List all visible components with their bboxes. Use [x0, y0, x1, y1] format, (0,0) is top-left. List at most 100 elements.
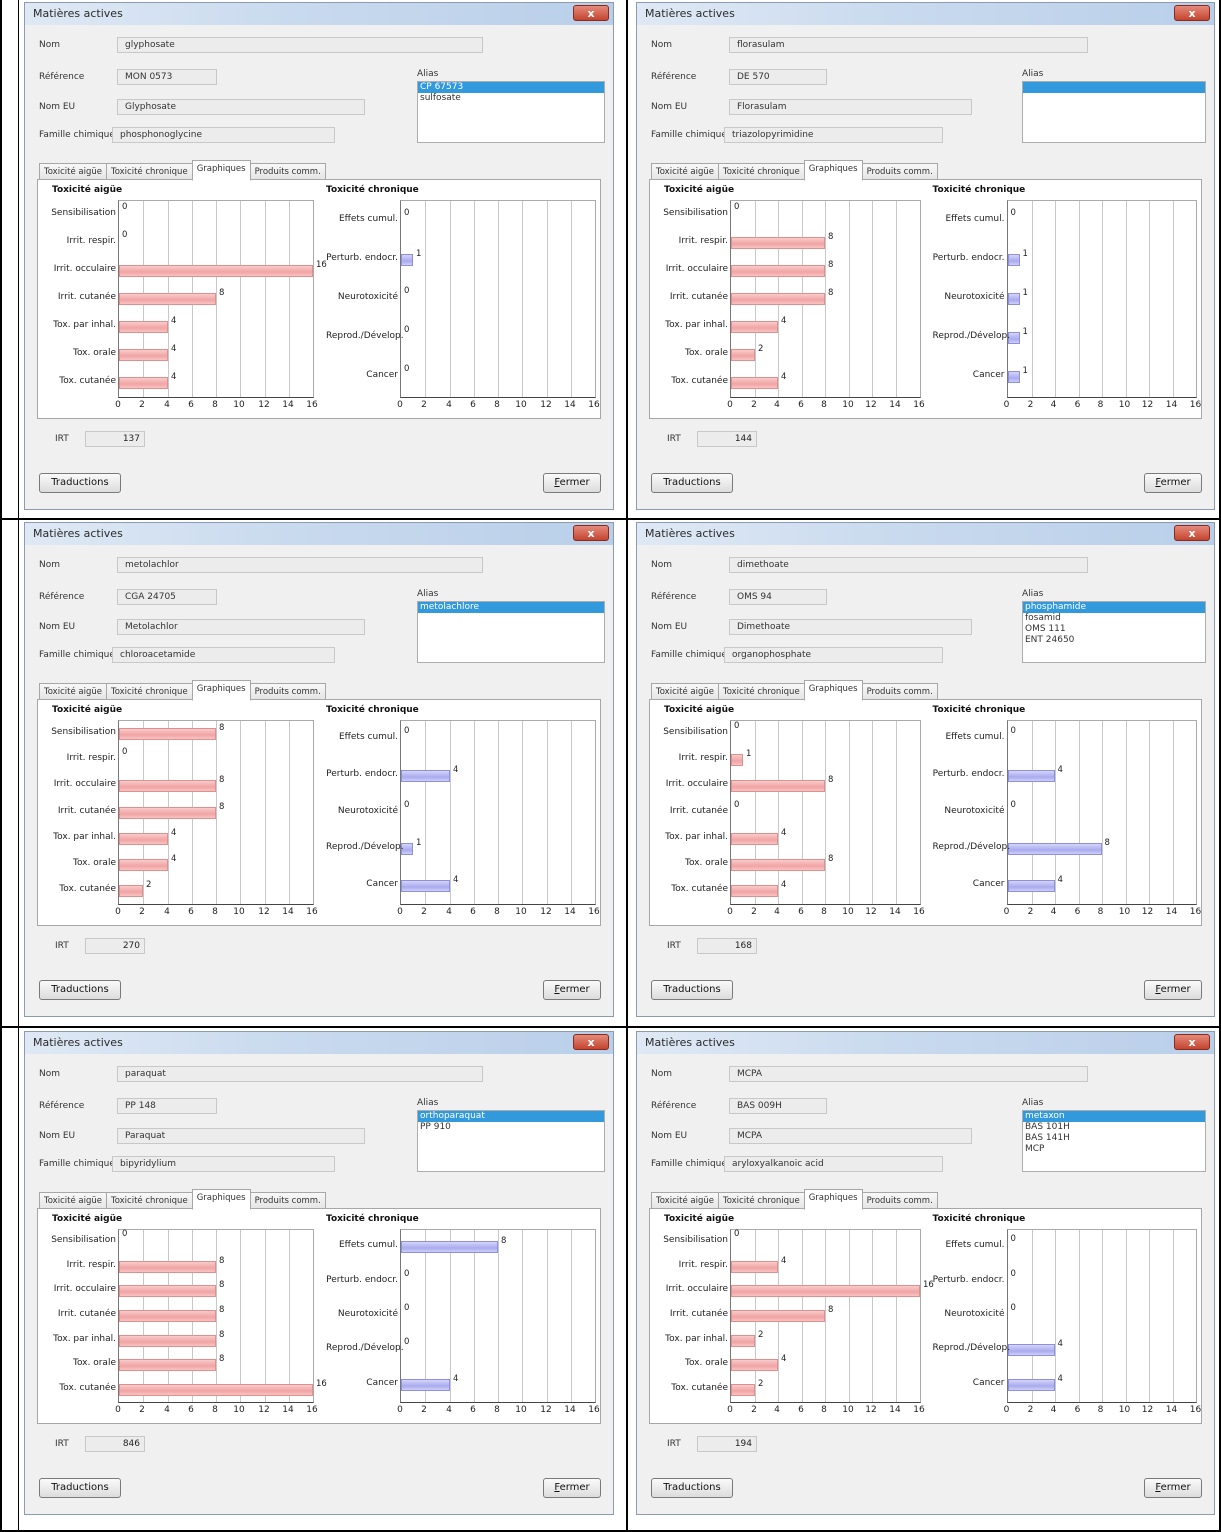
nom-eu-field[interactable]: Glyphosate — [117, 99, 365, 115]
close-button-label: ermer — [1160, 1482, 1191, 1493]
tab-graphiques[interactable]: Graphiques — [191, 160, 251, 181]
reference-field[interactable]: CGA 24705 — [117, 589, 217, 605]
alias-list[interactable]: phosphamide fosamid OMS 111 ENT 24650 — [1022, 601, 1206, 663]
reference-field[interactable]: BAS 009H — [729, 1098, 827, 1114]
close-window-button[interactable]: x — [573, 525, 609, 541]
translations-button[interactable]: Traductions — [39, 980, 121, 1000]
alias-list-item[interactable]: BAS 101H — [1023, 1122, 1205, 1133]
x-tick-label: 14 — [889, 400, 901, 410]
irt-value-field: 194 — [697, 1436, 757, 1452]
reference-field[interactable]: OMS 94 — [729, 589, 827, 605]
close-window-button[interactable]: x — [1174, 525, 1210, 541]
reference-field[interactable]: DE 570 — [729, 69, 827, 85]
alias-list[interactable]: orthoparaquat PP 910 — [417, 1110, 605, 1172]
alias-list-item[interactable]: metolachlore — [418, 602, 604, 613]
tab-graphiques[interactable]: Graphiques — [803, 160, 863, 181]
grid-line-vertical — [289, 721, 290, 904]
x-tick-label: 12 — [258, 1405, 270, 1415]
x-tick-label: 12 — [540, 1405, 552, 1415]
grid-line-vertical — [571, 721, 572, 904]
nom-eu-field[interactable]: Florasulam — [729, 99, 972, 115]
chronic-bar — [1007, 293, 1020, 305]
x-tick-label: 8 — [1097, 1405, 1104, 1415]
famille-field[interactable]: chloroacetamide — [112, 647, 335, 663]
alias-list-item[interactable]: MCP — [1023, 1144, 1205, 1155]
nom-field[interactable]: MCPA — [729, 1066, 1088, 1082]
acute-bar-value: 0 — [734, 1229, 740, 1240]
close-button[interactable]: Fermer — [543, 980, 601, 1000]
nom-field[interactable]: florasulam — [729, 37, 1088, 53]
x-tick-label: 6 — [188, 1405, 194, 1415]
alias-list-item[interactable]: BAS 141H — [1023, 1133, 1205, 1144]
translations-button[interactable]: Traductions — [651, 1478, 733, 1498]
translations-button[interactable]: Traductions — [39, 473, 121, 493]
alias-list[interactable]: CP 67573 sulfosate — [417, 81, 605, 143]
grid-line-vertical — [1078, 721, 1080, 904]
field-label-reference: Référence — [39, 1101, 85, 1111]
nom-field[interactable]: dimethoate — [729, 557, 1088, 573]
chronic-bar-value: 0 — [404, 1303, 410, 1313]
acute-bar-value: 4 — [781, 1354, 787, 1365]
famille-field[interactable]: bipyridylium — [112, 1156, 335, 1172]
famille-field[interactable]: phosphonoglycine — [112, 127, 335, 143]
alias-list-item[interactable]: PP 910 — [418, 1122, 604, 1133]
close-window-button[interactable]: x — [573, 1034, 609, 1050]
close-button[interactable]: Fermer — [1144, 473, 1202, 493]
chronic-bar-value: 1 — [416, 838, 422, 849]
tab-graphiques[interactable]: Graphiques — [191, 1189, 251, 1210]
close-window-button[interactable]: x — [1174, 1034, 1210, 1050]
acute-category-label: Sensibilisation — [51, 1235, 116, 1246]
close-window-button[interactable]: x — [1174, 5, 1210, 21]
nom-field[interactable]: metolachlor — [117, 557, 483, 573]
close-window-button[interactable]: x — [573, 5, 609, 21]
acute-category-label: Irrit. occulaire — [53, 779, 116, 790]
alias-list-item[interactable] — [1023, 82, 1205, 93]
tab-graphiques[interactable]: Graphiques — [803, 680, 863, 701]
translations-button[interactable]: Traductions — [651, 473, 733, 493]
alias-list-item[interactable]: OMS 111 — [1023, 624, 1205, 635]
acute-bar-value: 4 — [171, 372, 177, 382]
chronic-plot-area — [400, 720, 596, 905]
close-button[interactable]: Fermer — [1144, 980, 1202, 1000]
alias-list-item[interactable]: CP 67573 — [418, 82, 604, 93]
close-button[interactable]: Fermer — [1144, 1478, 1202, 1498]
alias-list[interactable] — [1022, 81, 1206, 143]
nom-eu-field[interactable]: MCPA — [729, 1128, 972, 1144]
grid-line-vertical — [1148, 721, 1150, 904]
alias-list-item[interactable]: sulfosate — [418, 93, 604, 104]
alias-list[interactable]: metaxon BAS 101H BAS 141H MCP — [1022, 1110, 1206, 1172]
x-tick-label: 12 — [258, 400, 270, 410]
famille-field[interactable]: organophosphate — [724, 647, 943, 663]
tab-graphiques[interactable]: Graphiques — [803, 1189, 863, 1210]
irt-value-field: 846 — [85, 1436, 145, 1452]
alias-list-item[interactable]: metaxon — [1023, 1111, 1205, 1122]
alias-list-item[interactable]: phosphamide — [1023, 602, 1205, 613]
close-button[interactable]: Fermer — [543, 1478, 601, 1498]
x-tick-label: 0 — [727, 400, 733, 410]
famille-field[interactable]: triazolopyrimidine — [724, 127, 943, 143]
chronic-bar-value: 0 — [1010, 726, 1016, 737]
nom-field[interactable]: glyphosate — [117, 37, 483, 53]
x-tick-label: 16 — [1189, 907, 1202, 917]
x-tick-label: 8 — [494, 907, 500, 917]
reference-field[interactable]: MON 0573 — [117, 69, 217, 85]
nom-eu-field[interactable]: Paraquat — [117, 1128, 365, 1144]
nom-eu-field[interactable]: Metolachlor — [117, 619, 365, 635]
alias-list-item[interactable]: ENT 24650 — [1023, 635, 1205, 646]
acute-bar-value: 0 — [734, 202, 740, 212]
famille-field[interactable]: aryloxyalkanoic acid — [724, 1156, 943, 1172]
tab-graphiques[interactable]: Graphiques — [191, 680, 251, 701]
close-button[interactable]: Fermer — [543, 473, 601, 493]
alias-list[interactable]: metolachlore — [417, 601, 605, 663]
translations-button[interactable]: Traductions — [39, 1478, 121, 1498]
reference-field[interactable]: PP 148 — [117, 1098, 217, 1114]
irt-value-field: 144 — [697, 431, 757, 447]
alias-list-item[interactable]: orthoparaquat — [418, 1111, 604, 1122]
nom-eu-field[interactable]: Dimethoate — [729, 619, 972, 635]
nom-field[interactable]: paraquat — [117, 1066, 483, 1082]
acute-bar-value: 0 — [122, 202, 128, 212]
translations-button[interactable]: Traductions — [651, 980, 733, 1000]
alias-label: Alias — [1022, 589, 1044, 599]
chronic-category-label: Effets cumul. — [945, 732, 1005, 743]
alias-list-item[interactable]: fosamid — [1023, 613, 1205, 624]
